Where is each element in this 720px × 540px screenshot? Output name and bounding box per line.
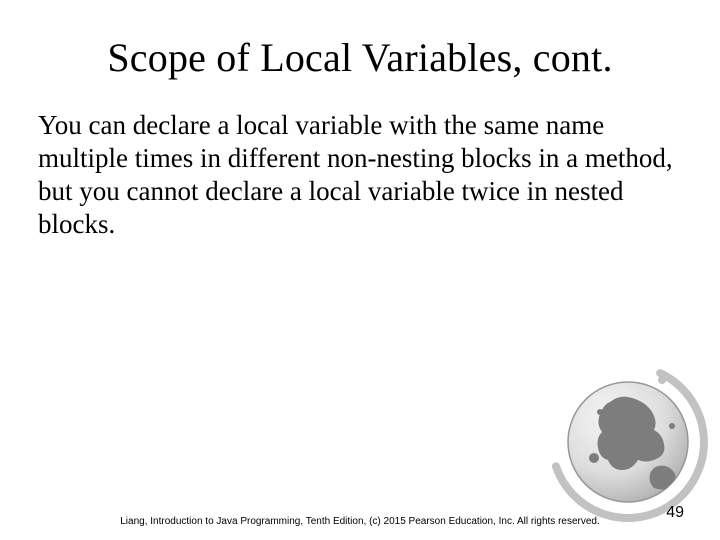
slide: Scope of Local Variables, cont. You can …: [0, 0, 720, 540]
slide-title: Scope of Local Variables, cont.: [36, 34, 684, 81]
slide-body-text: You can declare a local variable with th…: [36, 109, 684, 241]
globe-icon: [540, 354, 710, 524]
slide-footer: Liang, Introduction to Java Programming,…: [0, 516, 720, 529]
page-number: 49: [666, 504, 684, 522]
